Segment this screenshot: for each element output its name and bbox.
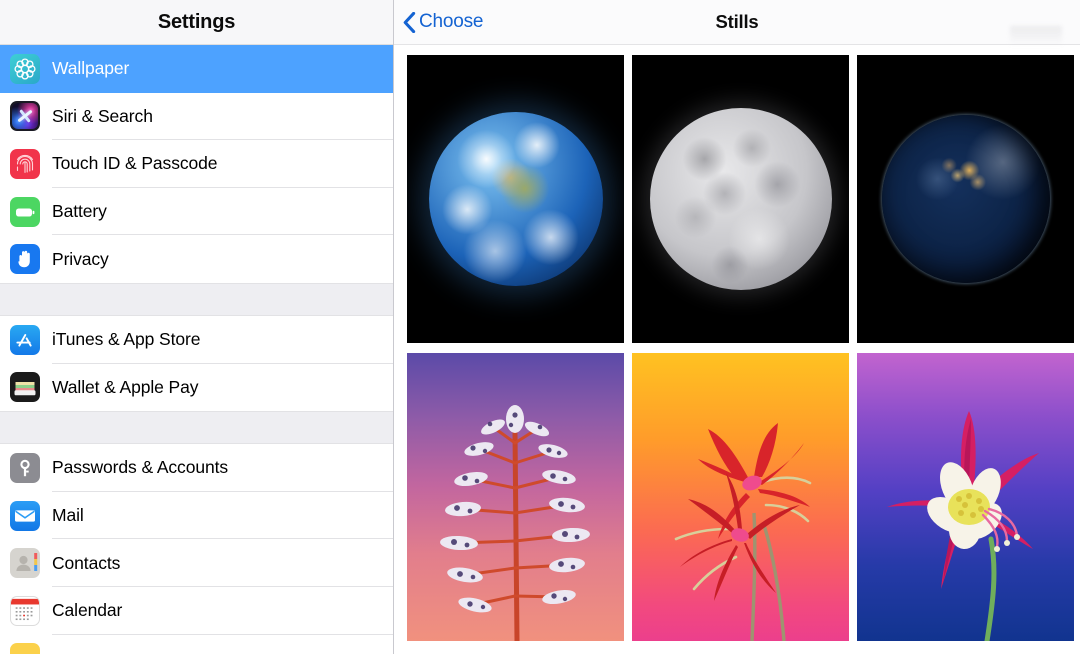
wallpaper-thumbnail-puya-flower[interactable]	[407, 353, 624, 641]
sidebar-item-label: Siri & Search	[52, 105, 153, 126]
app-store-glyph	[16, 333, 32, 347]
battery-icon	[10, 196, 40, 227]
wallpaper-flower-glyph	[14, 58, 36, 80]
settings-window: Settings Wallpaper Siri & Search Touch I…	[0, 0, 1080, 654]
puya-flower-image	[440, 405, 590, 641]
sidebar-item-label: Privacy	[52, 248, 109, 269]
settings-sidebar: Settings Wallpaper Siri & Search Touch I…	[0, 0, 394, 654]
fingerprint-glyph	[16, 154, 34, 173]
wallpaper-thumbnail-moon[interactable]	[632, 55, 849, 343]
back-button[interactable]: Choose	[403, 11, 483, 33]
privacy-hand-icon	[10, 244, 40, 275]
wallpaper-grid	[394, 45, 1080, 654]
wallpaper-icon	[10, 53, 40, 84]
contacts-icon	[10, 548, 40, 579]
sidebar-item-privacy[interactable]: Privacy	[0, 235, 393, 283]
sidebar-list: Wallpaper Siri & Search Touch ID & Passc…	[0, 45, 393, 654]
envelope-glyph	[15, 509, 35, 522]
sidebar-item-label: iTunes & App Store	[52, 329, 201, 350]
earth-day-image	[428, 112, 603, 286]
wallpaper-thumbnail-earth-day[interactable]	[407, 55, 624, 343]
gloriosa-flower-image	[674, 423, 812, 641]
detail-title: Stills	[715, 11, 759, 32]
back-button-label: Choose	[419, 11, 484, 32]
sidebar-group-gap	[0, 411, 393, 445]
sidebar-item-contacts[interactable]: Contacts	[0, 539, 393, 587]
columbine-flower-image	[887, 411, 1039, 641]
wallpaper-thumbnail-columbine-flower[interactable]	[857, 353, 1074, 641]
detail-header: Choose Stills	[394, 0, 1080, 46]
mail-envelope-icon	[10, 500, 40, 531]
earth-night-image	[881, 115, 1050, 283]
sidebar-item-label: Touch ID & Passcode	[52, 153, 218, 174]
sidebar-item-mail[interactable]: Mail	[0, 491, 393, 540]
siri-icon	[10, 101, 40, 132]
sidebar-item-label: Contacts	[52, 552, 121, 573]
sidebar-item-passwords-and-accounts[interactable]: Passwords & Accounts	[0, 444, 393, 492]
sidebar-item-touch-id-and-passcode[interactable]: Touch ID & Passcode	[0, 140, 393, 188]
sidebar-item-label: Wallet & Apple Pay	[52, 376, 199, 397]
render-artifact	[1010, 26, 1062, 46]
sidebar-item-label: Mail	[52, 505, 84, 526]
calendar-grid-glyph	[11, 598, 39, 620]
touchid-icon	[10, 148, 40, 179]
wallpaper-thumbnail-earth-night[interactable]	[857, 55, 1074, 343]
app-store-icon	[10, 324, 40, 355]
sidebar-item-itunes-and-app-store[interactable]: iTunes & App Store	[0, 315, 393, 364]
sidebar-item-label: Calendar	[52, 600, 123, 621]
page-title: Settings	[157, 10, 236, 33]
key-icon	[10, 452, 40, 483]
wallet-cards-glyph	[14, 382, 36, 396]
sidebar-header: Settings	[0, 0, 393, 45]
moon-image	[649, 108, 832, 290]
wallpaper-thumbnail-gloriosa-flower[interactable]	[632, 353, 849, 641]
sidebar-item-label: Battery	[52, 201, 107, 222]
sidebar-item-battery[interactable]: Battery	[0, 187, 393, 236]
calendar-icon	[10, 595, 40, 626]
sidebar-item-label: Wallpaper	[52, 58, 130, 79]
contacts-person-glyph	[16, 553, 38, 572]
wallpaper-detail-pane: Choose Stills	[394, 0, 1080, 654]
sidebar-item-label: Passwords & Accounts	[52, 457, 228, 478]
battery-glyph	[16, 208, 35, 217]
sidebar-item-calendar[interactable]: Calendar	[0, 586, 393, 635]
sidebar-item-notes[interactable]	[0, 634, 393, 654]
key-glyph	[20, 459, 30, 477]
chevron-left-icon	[403, 11, 416, 33]
notes-icon	[10, 643, 40, 654]
sidebar-item-wallpaper[interactable]: Wallpaper	[0, 45, 393, 93]
hand-glyph	[18, 250, 30, 268]
sidebar-item-wallet-and-apple-pay[interactable]: Wallet & Apple Pay	[0, 363, 393, 412]
sidebar-item-siri-and-search[interactable]: Siri & Search	[0, 92, 393, 141]
wallet-icon	[10, 372, 40, 403]
sidebar-group-gap	[0, 282, 393, 316]
